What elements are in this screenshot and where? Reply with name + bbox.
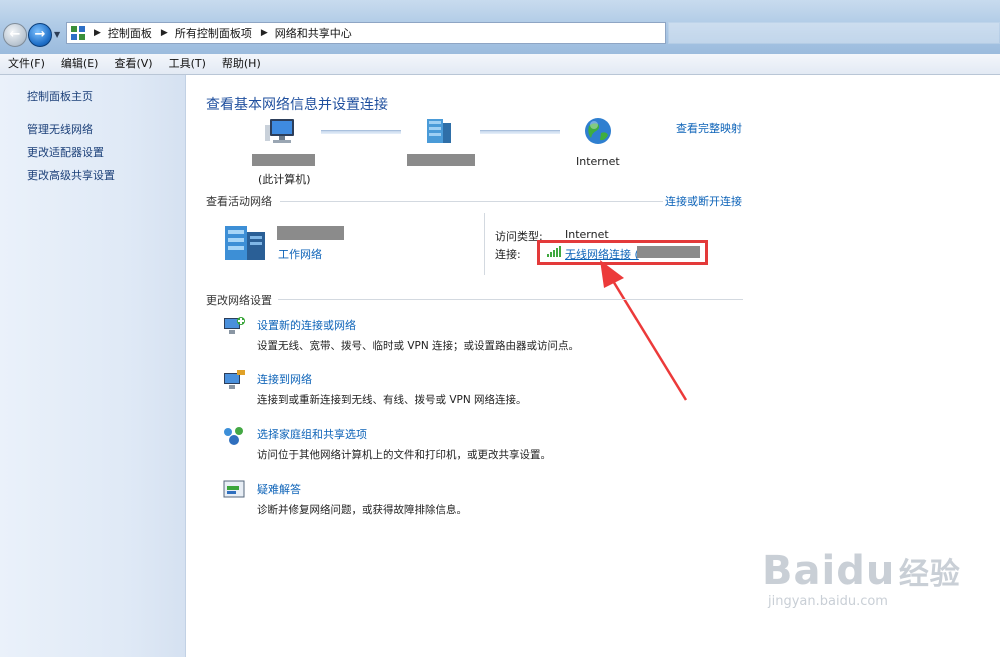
address-bar-area: ← → ▼ ▶ 控制面板 ▶ 所有控制面板项 ▶ 网络和共享中心 — [0, 0, 1000, 54]
address-field[interactable]: ▶ 控制面板 ▶ 所有控制面板项 ▶ 网络和共享中心 — [66, 22, 666, 44]
watermark-brand-cn: 经验 — [898, 557, 961, 592]
sidebar-item-home[interactable]: 控制面板主页 — [27, 88, 93, 104]
back-arrow-icon: ← — [9, 27, 21, 42]
watermark-brand: Baidu — [762, 548, 896, 594]
homegroup-desc: 访问位于其他网络计算机上的文件和打印机，或更改共享设置。 — [257, 449, 551, 461]
back-button[interactable]: ← — [3, 23, 27, 47]
setup-connection-desc: 设置无线、宽带、拨号、临时或 VPN 连接；或设置路由器或访问点。 — [257, 340, 580, 352]
sidebar-item-advanced-sharing[interactable]: 更改高级共享设置 — [27, 167, 115, 183]
network-icon — [424, 117, 454, 148]
chevron-right-icon[interactable]: ▶ — [94, 28, 101, 38]
troubleshoot-link[interactable]: 疑难解答 — [257, 481, 301, 497]
connect-network-icon — [222, 370, 246, 395]
homegroup-link[interactable]: 选择家庭组和共享选项 — [257, 426, 367, 442]
menu-bar: 文件(F) 编辑(E) 查看(V) 工具(T) 帮助(H) — [0, 54, 1000, 75]
connect-disconnect-link[interactable]: 连接或断开连接 — [665, 193, 742, 209]
chevron-right-icon[interactable]: ▶ — [161, 28, 168, 38]
redacted-active-network-name — [277, 226, 344, 240]
homegroup-icon — [222, 425, 246, 450]
menu-tools[interactable]: 工具(T) — [161, 54, 214, 74]
change-settings-heading: 更改网络设置 — [206, 294, 272, 307]
forward-button[interactable]: → — [28, 23, 52, 47]
connect-to-network-desc: 连接到或重新连接到无线、有线、拨号或 VPN 网络连接。 — [257, 394, 527, 406]
setup-connection-link[interactable]: 设置新的连接或网络 — [257, 317, 356, 333]
map-connector — [480, 130, 560, 134]
menu-edit[interactable]: 编辑(E) — [53, 54, 107, 74]
access-type-label: 访问类型: — [495, 230, 543, 243]
computer-caption: (此计算机) — [258, 173, 311, 186]
search-box[interactable] — [668, 22, 1000, 44]
troubleshoot-desc: 诊断并修复网络问题，或获得故障排除信息。 — [257, 504, 467, 516]
globe-icon — [583, 116, 613, 149]
network-type-link[interactable]: 工作网络 — [278, 246, 322, 262]
breadcrumb-all-items[interactable]: 所有控制面板项 — [175, 25, 252, 41]
chevron-right-icon[interactable]: ▶ — [261, 28, 268, 38]
page-title: 查看基本网络信息并设置连接 — [206, 97, 388, 113]
divider — [280, 201, 663, 202]
control-panel-icon — [71, 26, 85, 40]
troubleshoot-icon — [223, 480, 245, 503]
breadcrumb-network-center[interactable]: 网络和共享中心 — [275, 25, 352, 41]
redacted-computer-name — [252, 154, 315, 166]
divider — [278, 299, 743, 300]
new-connection-icon — [222, 315, 246, 340]
menu-help[interactable]: 帮助(H) — [214, 54, 269, 74]
sidebar-item-manage-wireless[interactable]: 管理无线网络 — [27, 121, 93, 137]
connect-to-network-link[interactable]: 连接到网络 — [257, 371, 312, 387]
breadcrumb-control-panel[interactable]: 控制面板 — [108, 25, 152, 41]
history-dropdown-icon[interactable]: ▼ — [54, 30, 60, 39]
redacted-network-name — [407, 154, 475, 166]
connection-label: 连接: — [495, 248, 521, 261]
annotation-arrow-icon — [600, 260, 688, 401]
divider — [484, 213, 485, 275]
active-networks-heading: 查看活动网络 — [206, 195, 272, 208]
baidu-watermark: Baidu 经验 jingyan.baidu.com — [762, 548, 961, 609]
sidebar: 控制面板主页 管理无线网络 更改适配器设置 更改高级共享设置 — [0, 75, 186, 657]
watermark-url: jingyan.baidu.com — [768, 594, 888, 609]
internet-label: Internet — [576, 155, 620, 168]
map-connector — [321, 130, 401, 134]
computer-icon — [265, 117, 299, 150]
full-map-link[interactable]: 查看完整映射 — [676, 120, 742, 136]
forward-arrow-icon: → — [34, 27, 46, 42]
work-network-icon — [223, 222, 269, 265]
menu-file[interactable]: 文件(F) — [0, 54, 53, 74]
sidebar-item-adapter-settings[interactable]: 更改适配器设置 — [27, 144, 104, 160]
menu-view[interactable]: 查看(V) — [106, 54, 160, 74]
